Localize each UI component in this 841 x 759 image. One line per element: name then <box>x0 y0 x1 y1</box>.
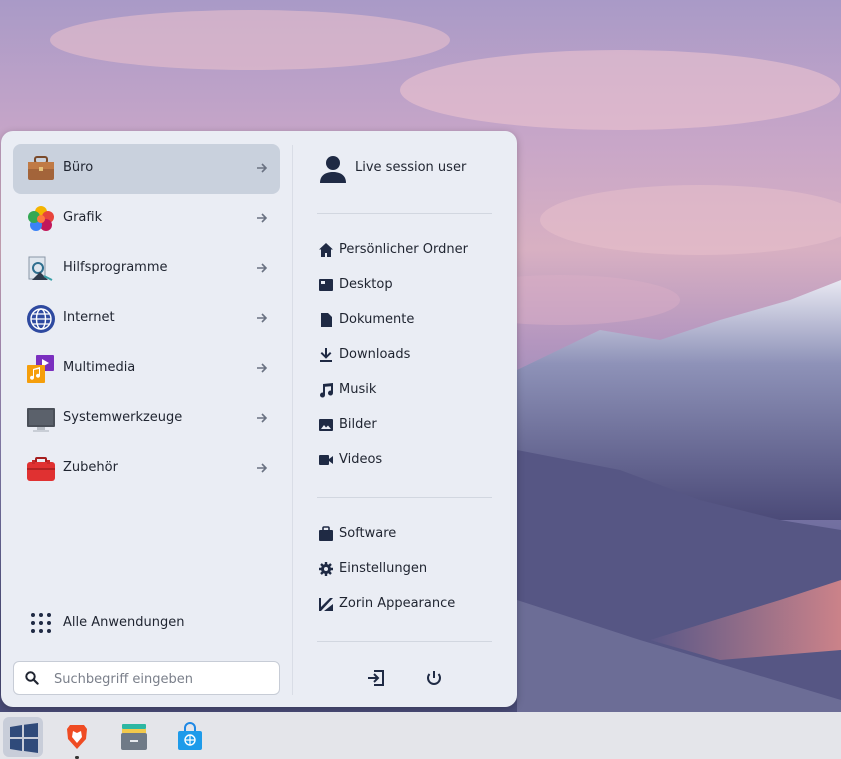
start-menu: Büro Grafik Hilfsprogramme Internet Mult… <box>1 131 517 707</box>
search-box[interactable] <box>13 661 280 695</box>
arrow-right-icon <box>257 313 268 323</box>
place-desktop[interactable]: Desktop <box>316 273 496 297</box>
arrow-right-icon <box>257 363 268 373</box>
separator <box>317 497 492 498</box>
appearance-icon <box>319 598 333 611</box>
place-music[interactable]: Musik <box>316 378 496 402</box>
briefcase-icon <box>28 156 54 180</box>
user-name: Live session user <box>355 160 467 175</box>
category-label: Zubehör <box>63 460 118 475</box>
arrow-right-icon <box>257 463 268 473</box>
arrow-right-icon <box>257 213 268 223</box>
image-icon <box>319 419 333 431</box>
category-multimedia[interactable]: Multimedia <box>13 344 280 394</box>
category-label: Internet <box>63 310 115 325</box>
category-systemwerkzeuge[interactable]: Systemwerkzeuge <box>13 394 280 444</box>
music-icon <box>320 383 334 398</box>
taskbar-files[interactable] <box>114 717 154 757</box>
home-icon <box>319 243 333 257</box>
category-buero[interactable]: Büro <box>13 144 280 194</box>
files-icon <box>121 724 147 750</box>
category-zubehoer[interactable]: Zubehör <box>13 444 280 494</box>
arrow-right-icon <box>257 163 268 173</box>
separator <box>317 213 492 214</box>
all-applications-label: Alle Anwendungen <box>63 615 185 630</box>
separator <box>317 641 492 642</box>
settings-gear-icon <box>319 562 333 576</box>
download-icon <box>320 348 332 362</box>
logout-icon[interactable] <box>364 666 388 690</box>
place-downloads[interactable]: Downloads <box>316 343 496 367</box>
system-settings[interactable]: Einstellungen <box>316 557 496 581</box>
place-label: Desktop <box>339 277 393 292</box>
place-documents[interactable]: Dokumente <box>316 308 496 332</box>
place-videos[interactable]: Videos <box>316 448 496 472</box>
monitor-icon <box>27 408 55 432</box>
search-icon <box>25 671 39 685</box>
place-pictures[interactable]: Bilder <box>316 413 496 437</box>
category-label: Multimedia <box>63 360 136 375</box>
category-hilfsprogramme[interactable]: Hilfsprogramme <box>13 244 280 294</box>
place-home[interactable]: Persönlicher Ordner <box>316 238 496 262</box>
taskbar-menu-button[interactable] <box>3 717 43 757</box>
taskbar-brave-browser[interactable] <box>57 717 97 757</box>
video-icon <box>319 455 333 465</box>
place-label: Musik <box>339 382 377 397</box>
software-store-icon <box>178 722 202 750</box>
place-label: Videos <box>339 452 383 467</box>
taskbar-software-store[interactable] <box>170 717 210 757</box>
all-applications-button[interactable]: Alle Anwendungen <box>13 605 280 641</box>
taskbar <box>0 712 841 759</box>
category-label: Grafik <box>63 210 103 225</box>
place-label: Bilder <box>339 417 377 432</box>
system-label: Software <box>339 526 397 541</box>
brave-browser-icon <box>67 725 87 749</box>
globe-icon <box>27 305 55 333</box>
toolbox-icon <box>27 457 55 481</box>
category-label: Systemwerkzeuge <box>63 410 183 425</box>
system-zorin-appearance[interactable]: Zorin Appearance <box>316 592 496 616</box>
multimedia-icon <box>27 355 54 383</box>
menu-divider <box>292 145 293 695</box>
category-label: Büro <box>63 160 94 175</box>
system-label: Einstellungen <box>339 561 428 576</box>
system-software[interactable]: Software <box>316 522 496 546</box>
category-label: Hilfsprogramme <box>63 260 168 275</box>
search-input[interactable] <box>52 668 271 690</box>
arrow-right-icon <box>257 413 268 423</box>
graphics-icon <box>28 206 54 231</box>
user-account-button[interactable]: Live session user <box>316 151 496 187</box>
place-label: Downloads <box>339 347 411 362</box>
document-icon <box>321 313 332 327</box>
utilities-icon <box>28 256 53 281</box>
category-grafik[interactable]: Grafik <box>13 194 280 244</box>
user-icon <box>320 156 346 183</box>
place-label: Dokumente <box>339 312 415 327</box>
software-bag-icon <box>319 526 333 541</box>
power-icon[interactable] <box>422 666 446 690</box>
category-internet[interactable]: Internet <box>13 294 280 344</box>
desktop-icon <box>319 279 333 291</box>
app-grid-icon <box>31 613 51 633</box>
zorin-menu-icon <box>10 723 38 753</box>
system-label: Zorin Appearance <box>339 596 456 611</box>
arrow-right-icon <box>257 263 268 273</box>
place-label: Persönlicher Ordner <box>339 242 468 257</box>
